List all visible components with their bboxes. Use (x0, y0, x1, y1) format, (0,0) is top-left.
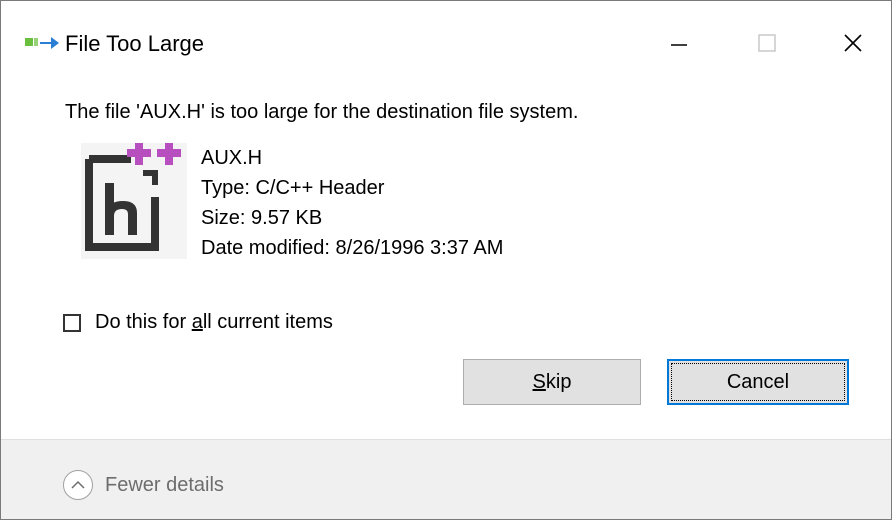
file-details: AUX.H Type: C/C++ Header Size: 9.57 KB D… (201, 143, 503, 263)
cancel-button[interactable]: Cancel (667, 359, 849, 405)
apply-to-all-label[interactable]: Do this for all current items (95, 311, 333, 334)
checkbox-label-before: Do this for (95, 311, 192, 333)
title-bar[interactable]: File Too Large (1, 1, 891, 85)
fewer-details-toggle[interactable]: Fewer details (63, 470, 224, 500)
focus-ring (671, 363, 845, 401)
close-icon (844, 34, 862, 52)
file-date-modified: Date modified: 8/26/1996 3:37 AM (201, 237, 504, 259)
dialog-footer: Fewer details (1, 439, 891, 519)
file-type: Type: C/C++ Header (201, 177, 385, 199)
fewer-details-label[interactable]: Fewer details (105, 474, 224, 497)
window-title: File Too Large (65, 31, 205, 56)
apply-to-all-row[interactable]: Do this for all current items (63, 311, 333, 334)
minimize-button[interactable] (647, 21, 711, 65)
file-too-large-dialog: File Too Large The file 'AUX.H' is too l… (0, 0, 892, 520)
file-size: Size: 9.57 KB (201, 207, 323, 229)
checkbox-label-after: ll current items (202, 311, 333, 333)
chevron-up-icon[interactable] (63, 470, 93, 500)
file-name: AUX.H (201, 147, 263, 169)
maximize-icon (758, 34, 776, 52)
skip-mnemonic: S (532, 370, 546, 393)
error-message: The file 'AUX.H' is too large for the de… (65, 101, 579, 123)
chevron-up-glyph (71, 480, 85, 489)
minimize-icon (671, 44, 687, 46)
skip-label-rest: kip (545, 370, 572, 393)
skip-button[interactable]: Skip (463, 359, 641, 405)
apply-to-all-checkbox[interactable] (63, 313, 81, 332)
checkbox-label-mnemonic: a (191, 311, 203, 333)
cpp-header-file-icon (81, 143, 187, 259)
close-button[interactable] (821, 21, 885, 65)
maximize-button[interactable] (735, 21, 799, 65)
file-transfer-icon (25, 37, 59, 49)
